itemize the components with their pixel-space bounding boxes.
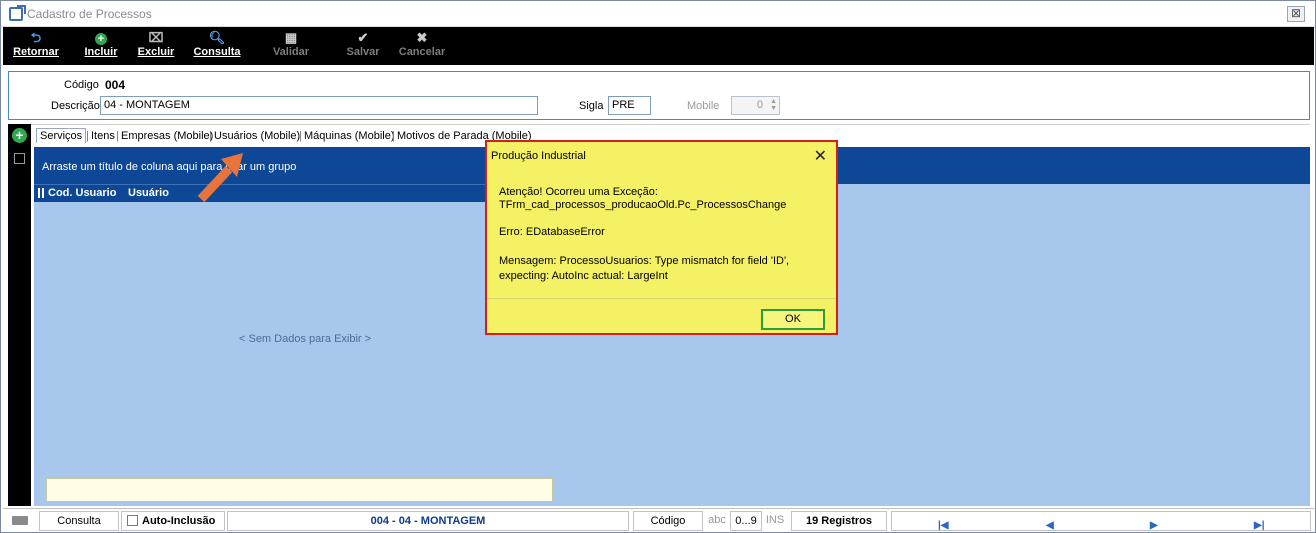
window-close-button[interactable]: ⊠: [1287, 6, 1305, 22]
app-icon: [9, 5, 26, 21]
dialog-message-line: Atenção! Ocorreu uma Exceção:: [499, 186, 658, 198]
tab-usuarios-mobile[interactable]: Usuários (Mobile): [214, 130, 300, 142]
codigo-label: Código: [64, 79, 99, 91]
delete-filter-icon: ⌧: [148, 30, 164, 45]
add-row-icon[interactable]: +: [12, 128, 27, 143]
salvar-label: Salvar: [346, 46, 380, 58]
first-record-icon[interactable]: |◀: [938, 517, 949, 533]
tab-separator: |: [116, 130, 119, 142]
current-record: 004 - 04 - MONTAGEM: [227, 511, 629, 531]
process-header-panel: Código 004 Descrição 04 - MONTAGEM Sigla…: [8, 71, 1310, 120]
prev-record-icon[interactable]: ◀: [1046, 517, 1054, 533]
spin-arrows-icon[interactable]: ▲ ▼: [770, 98, 777, 112]
add-circle-icon: +: [81, 29, 121, 46]
auto-inclusao-checkbox[interactable]: Auto-Inclusão: [121, 511, 225, 531]
excluir-label: Excluir: [137, 46, 175, 58]
annotation-arrow-icon: [197, 153, 243, 203]
salvar-button[interactable]: ✔ Salvar: [343, 29, 383, 63]
descricao-input[interactable]: 04 - MONTAGEM: [100, 96, 538, 115]
column-cod-usuario[interactable]: Cod. Usuario: [48, 187, 116, 199]
tab-separator: |: [299, 130, 302, 142]
validar-button[interactable]: ▦ Validar: [269, 29, 313, 63]
keyboard-icon: [12, 516, 28, 525]
sigla-input[interactable]: PRE: [608, 96, 651, 115]
toolbar: ⮌ Retornar + Incluir ⌧ Excluir 🔍︎ Consul…: [3, 27, 1314, 65]
column-usuario[interactable]: Usuário: [128, 187, 169, 199]
record-count: 19 Registros: [791, 511, 887, 531]
mobile-label: Mobile: [687, 100, 720, 112]
dialog-close-icon[interactable]: ✕: [814, 146, 827, 166]
filter-row-input[interactable]: [46, 478, 553, 502]
cancelar-label: Cancelar: [398, 46, 446, 58]
auto-inclusao-label: Auto-Inclusão: [142, 515, 216, 527]
mobile-spinner[interactable]: 0 ▲ ▼: [731, 96, 780, 115]
empty-grid-message: < Sem Dados para Exibir >: [239, 333, 372, 345]
descricao-label: Descrição: [51, 100, 100, 112]
title-bar: Cadastro de Processos ⊠: [1, 1, 1315, 27]
record-navigator: |◀ ◀ ▶ ▶|: [891, 511, 1311, 531]
tab-separator: |: [209, 130, 212, 142]
tab-servicos[interactable]: Serviços: [36, 128, 87, 143]
status-codigo-sort[interactable]: Código: [633, 511, 703, 531]
tab-maquinas-mobile[interactable]: Máquinas (Mobile): [304, 130, 394, 142]
incluir-label: Incluir: [84, 46, 118, 58]
dialog-message-line: Erro: EDatabaseError: [499, 226, 605, 238]
validar-label: Validar: [272, 46, 310, 58]
window-title: Cadastro de Processos: [27, 7, 152, 21]
column-chooser-icon[interactable]: [38, 188, 44, 198]
status-bar: Consulta Auto-Inclusão 004 - 04 - MONTAG…: [3, 508, 1314, 532]
checkmark-icon: ✔: [357, 30, 369, 45]
consulta-button[interactable]: 🔍︎ Consulta: [191, 29, 243, 63]
tab-separator: |: [86, 130, 89, 142]
error-dialog: Produção Industrial ✕ Atenção! Ocorreu u…: [485, 140, 838, 335]
incluir-button[interactable]: + Incluir: [81, 29, 121, 63]
retornar-label: Retornar: [13, 46, 59, 58]
excluir-button[interactable]: ⌧ Excluir: [135, 29, 177, 63]
clear-filter-icon[interactable]: [14, 153, 25, 164]
dialog-message-line: expecting: AutoInc actual: LargeInt: [499, 270, 668, 282]
ok-button[interactable]: OK: [761, 309, 825, 330]
status-range: 0...9: [730, 511, 762, 531]
retornar-button[interactable]: ⮌ Retornar: [11, 29, 61, 63]
status-consulta: Consulta: [39, 511, 119, 531]
return-arrow-icon: ⮌: [30, 30, 42, 45]
sigla-label: Sigla: [579, 100, 604, 112]
cancel-x-icon: ✖: [416, 30, 428, 45]
status-ins: INS: [763, 511, 787, 531]
status-abc: abc: [705, 511, 729, 531]
codigo-value: 004: [105, 78, 126, 92]
grid-column-header: Cod. Usuario Usuário: [34, 184, 494, 202]
consulta-label: Consulta: [193, 46, 241, 58]
tab-itens[interactable]: Itens: [91, 130, 115, 142]
next-record-icon[interactable]: ▶: [1150, 517, 1158, 533]
last-record-icon[interactable]: ▶|: [1254, 517, 1265, 533]
dialog-message-line: TFrm_cad_processos_producaoOld.Pc_Proces…: [499, 199, 787, 211]
dialog-title: Produção Industrial: [491, 150, 586, 162]
cancelar-button[interactable]: ✖ Cancelar: [397, 29, 447, 63]
side-action-strip: +: [8, 124, 31, 506]
search-icon: 🔍︎: [208, 30, 226, 45]
mobile-value: 0: [756, 99, 763, 111]
main-window: Cadastro de Processos ⊠ ⮌ Retornar + Inc…: [0, 0, 1316, 533]
tab-separator: |: [392, 130, 395, 142]
dialog-message-line: Mensagem: ProcessoUsuarios: Type mismatc…: [499, 255, 790, 267]
dialog-footer: OK: [487, 298, 836, 333]
checkbox-icon[interactable]: [127, 515, 138, 526]
tab-empresas-mobile[interactable]: Empresas (Mobile): [121, 130, 213, 142]
calculator-icon: ▦: [284, 30, 298, 45]
